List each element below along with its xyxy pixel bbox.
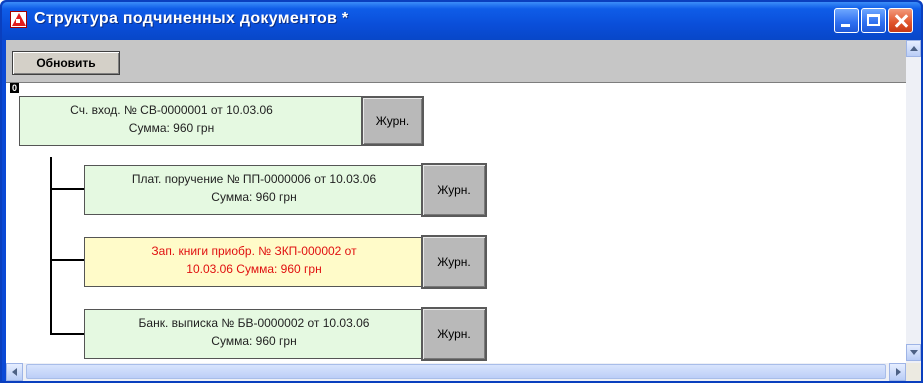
child-document-sum: Сумма: 960 грн (211, 190, 297, 204)
child-journal-button[interactable]: Журн. (421, 235, 487, 289)
child-document-title: Плат. поручение № ПП-0000006 от 10.03.06 (131, 172, 377, 186)
child-document-box[interactable]: Банк. выписка № БВ-0000002 от 10.03.06 С… (84, 309, 424, 359)
child-document-box[interactable]: Плат. поручение № ПП-0000006 от 10.03.06… (84, 165, 424, 215)
scroll-right-arrow-icon[interactable] (889, 363, 906, 381)
close-button[interactable] (888, 8, 913, 33)
toolbar: Обновить (6, 40, 906, 83)
root-document-box[interactable]: Сч. вход. № СВ-0000001 от 10.03.06 Сумма… (19, 96, 364, 146)
horizontal-scrollbar[interactable] (6, 363, 906, 381)
scroll-left-arrow-icon[interactable] (6, 363, 23, 381)
window: Структура подчиненных документов * Обнов… (0, 0, 923, 383)
tree-connector-2 (50, 259, 84, 261)
horizontal-scroll-thumb[interactable] (26, 364, 886, 379)
root-document-sum: Сумма: 960 грн (128, 121, 215, 135)
scroll-down-arrow-icon[interactable] (906, 344, 921, 361)
child-document-title: Зап. книги приобр. № ЗКП-000002 от (151, 244, 357, 258)
tree-connector-vertical (50, 157, 52, 334)
root-marker: 0 (10, 83, 19, 93)
child-document-box-highlighted[interactable]: Зап. книги приобр. № ЗКП-000002 от 10.03… (84, 237, 424, 287)
child-document-sum: 10.03.06 Сумма: 960 грн (186, 262, 322, 276)
scroll-up-arrow-icon[interactable] (906, 40, 921, 57)
refresh-button[interactable]: Обновить (12, 51, 120, 75)
window-title: Структура подчиненных документов * (34, 10, 349, 27)
root-document-title: Сч. вход. № СВ-0000001 от 10.03.06 (70, 103, 273, 117)
child-journal-button[interactable]: Журн. (421, 307, 487, 361)
minimize-button[interactable] (834, 8, 859, 33)
root-journal-button[interactable]: Журн. (361, 96, 424, 146)
child-document-sum: Сумма: 960 грн (211, 334, 297, 348)
child-document-title: Банк. выписка № БВ-0000002 от 10.03.06 (138, 316, 370, 330)
scrollbar-corner (906, 363, 921, 381)
vertical-scrollbar[interactable] (906, 40, 921, 363)
title-bar[interactable]: Структура подчиненных документов * (2, 2, 921, 40)
child-journal-button[interactable]: Журн. (421, 163, 487, 217)
client-area: Обновить 0 Сч. вход. № СВ-0000001 от 10.… (6, 40, 921, 381)
maximize-button[interactable] (861, 8, 886, 33)
document-tree: 0 Сч. вход. № СВ-0000001 от 10.03.06 Сум… (6, 83, 906, 363)
app-triangle-icon[interactable] (10, 11, 27, 28)
tree-connector-1 (50, 188, 84, 190)
tree-connector-3 (50, 333, 84, 335)
